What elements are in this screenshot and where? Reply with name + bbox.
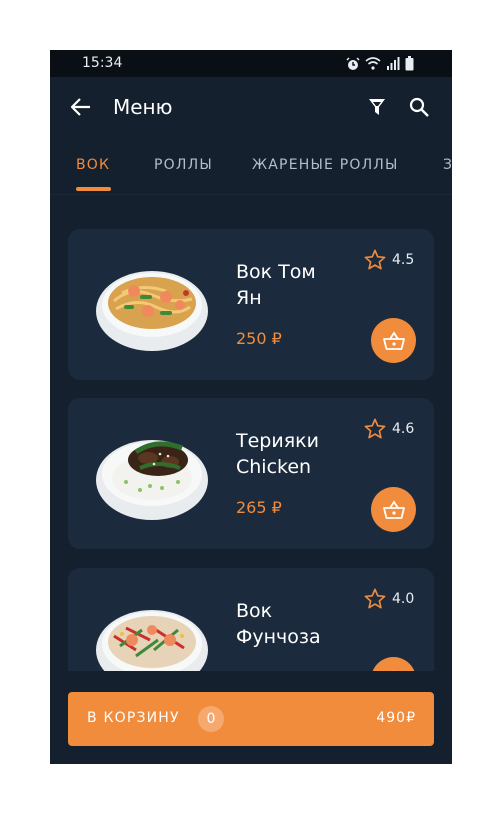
cart-count-badge: 0 xyxy=(198,706,224,732)
filter-icon xyxy=(369,99,385,115)
product-price: 250 ₽ xyxy=(236,329,282,348)
product-rating[interactable]: 4.5 xyxy=(364,249,414,270)
tab-indicator xyxy=(76,187,111,191)
wok-tom-yam-photo xyxy=(96,271,208,351)
tab-next[interactable]: З xyxy=(443,157,452,173)
product-price: 265 ₽ xyxy=(236,498,282,517)
product-card[interactable]: Вок Том Ян 250 ₽ 4.5 xyxy=(68,229,434,380)
status-icons xyxy=(346,56,414,71)
tab-fried-rolls[interactable]: ЖАРЕНЫЕ РОЛЛЫ xyxy=(252,157,399,173)
add-to-cart-button[interactable] xyxy=(371,318,416,363)
to-cart-button[interactable]: В КОРЗИНУ 0 490₽ xyxy=(68,692,434,746)
signal-icon xyxy=(387,57,400,70)
star-outline-icon xyxy=(364,418,386,439)
phone-screen: 15:34 Меню ВОК РОЛЛЫ ЖАРЕНЫЕ РОЛЛЫ З Вок… xyxy=(50,50,452,764)
page-title: Меню xyxy=(113,95,173,119)
star-outline-icon xyxy=(364,588,386,609)
status-bar: 15:34 xyxy=(50,50,452,77)
battery-icon xyxy=(405,56,414,71)
search-icon xyxy=(409,97,429,117)
rating-value: 4.0 xyxy=(392,590,415,607)
alarm-icon xyxy=(346,56,360,70)
status-time: 15:34 xyxy=(82,55,123,71)
back-button[interactable] xyxy=(66,92,96,122)
rating-value: 4.5 xyxy=(392,251,415,268)
app-bar: Меню xyxy=(50,77,452,139)
product-name: Вок Том Ян xyxy=(236,261,316,309)
teriyaki-chicken-photo xyxy=(96,440,208,520)
arrow-left-icon xyxy=(71,98,90,116)
product-rating[interactable]: 4.6 xyxy=(364,418,414,439)
tab-wok[interactable]: ВОК xyxy=(76,157,110,173)
to-cart-label: В КОРЗИНУ xyxy=(87,710,180,726)
tab-rolls[interactable]: РОЛЛЫ xyxy=(154,157,213,173)
basket-icon xyxy=(382,499,405,519)
basket-icon xyxy=(382,330,405,350)
product-name: Вок Фунчоза xyxy=(236,600,321,648)
wifi-icon xyxy=(365,57,381,70)
filter-button[interactable] xyxy=(363,93,391,121)
star-outline-icon xyxy=(364,249,386,270)
product-card[interactable]: Терияки Chicken 265 ₽ 4.6 xyxy=(68,398,434,549)
category-tabs: ВОК РОЛЛЫ ЖАРЕНЫЕ РОЛЛЫ З xyxy=(50,145,452,195)
product-name: Терияки Chicken xyxy=(236,430,319,478)
product-rating[interactable]: 4.0 xyxy=(364,588,414,609)
cart-total: 490₽ xyxy=(376,710,416,726)
rating-value: 4.6 xyxy=(392,420,415,437)
add-to-cart-button[interactable] xyxy=(371,487,416,532)
bottom-cart-area: В КОРЗИНУ 0 490₽ xyxy=(50,671,452,764)
search-button[interactable] xyxy=(405,93,433,121)
